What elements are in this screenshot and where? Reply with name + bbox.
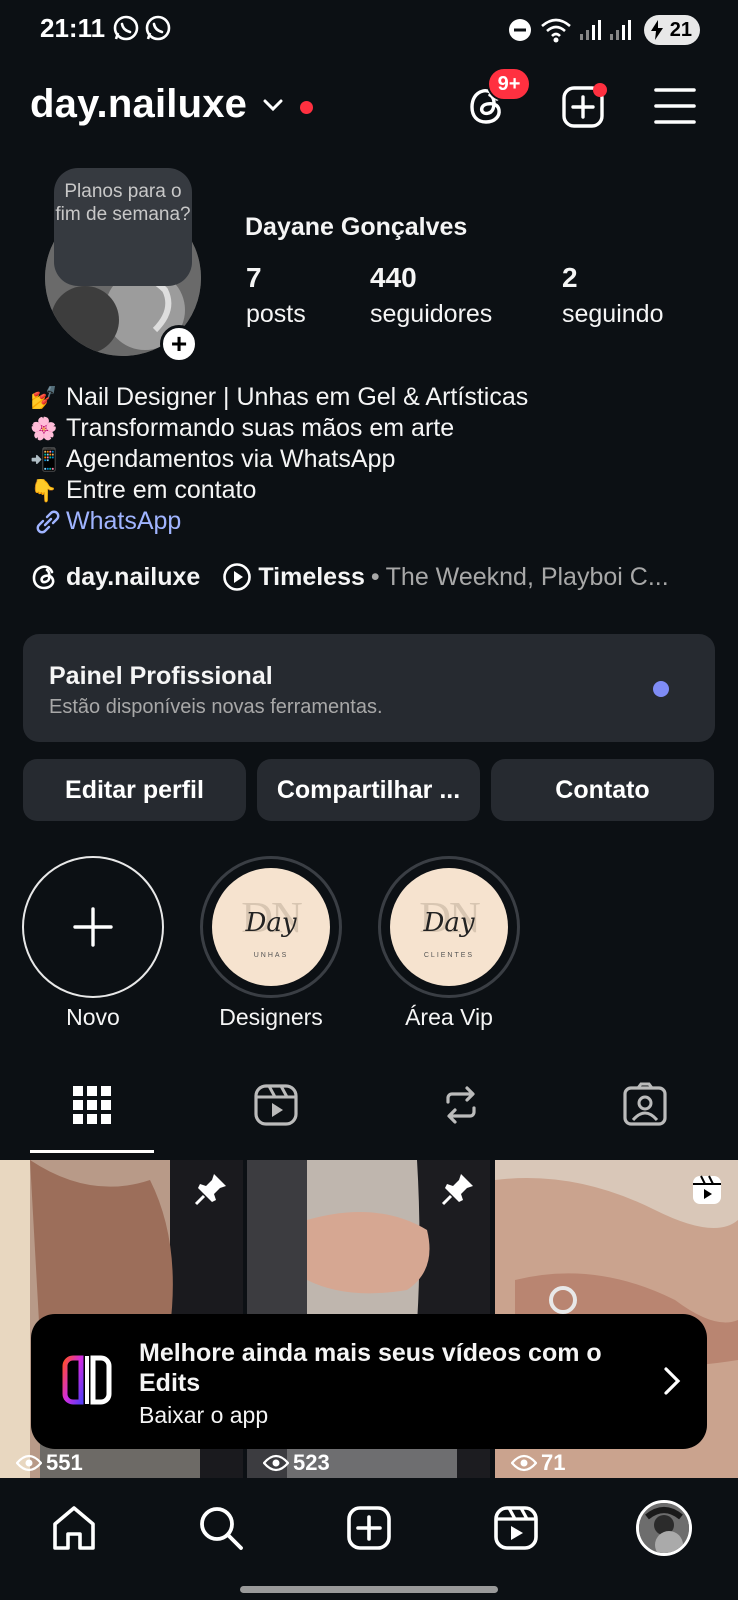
followers-count[interactable]: 440 bbox=[370, 262, 417, 294]
home-icon[interactable] bbox=[50, 1504, 98, 1552]
whatsapp-link[interactable]: WhatsApp bbox=[66, 506, 181, 537]
edits-download-link[interactable]: Baixar o app bbox=[139, 1402, 268, 1429]
edits-promo-banner[interactable]: Melhore ainda mais seus vídeos com o Edi… bbox=[31, 1314, 707, 1449]
dashboard-new-dot bbox=[653, 681, 669, 697]
view-count-text: 551 bbox=[46, 1450, 83, 1475]
highlight-cover: DN Day CLIENTES bbox=[390, 868, 508, 986]
dashboard-subtitle: Estão disponíveis novas ferramentas. bbox=[49, 696, 383, 718]
link-icon bbox=[36, 510, 60, 533]
reposts-tab-icon[interactable] bbox=[438, 1082, 484, 1128]
wifi-icon bbox=[541, 18, 571, 43]
profile-photo bbox=[639, 1503, 689, 1553]
eye-icon bbox=[16, 1454, 42, 1472]
reels-icon[interactable] bbox=[492, 1504, 540, 1552]
eye-icon bbox=[263, 1454, 289, 1472]
profile-avatar-tab[interactable] bbox=[636, 1500, 692, 1556]
gesture-home-bar[interactable] bbox=[240, 1586, 498, 1593]
view-count: 523 bbox=[263, 1450, 330, 1476]
bio-line: 💅 Nail Designer | Unhas em Gel & Artístic… bbox=[30, 382, 528, 413]
new-highlight-button[interactable] bbox=[22, 856, 164, 998]
active-tab-indicator bbox=[30, 1150, 154, 1153]
create-notification-dot bbox=[593, 83, 607, 97]
dashboard-title: Painel Profissional bbox=[49, 662, 273, 690]
following-count[interactable]: 2 bbox=[562, 262, 578, 294]
add-story-button[interactable]: + bbox=[160, 325, 198, 363]
bio-text: Nail Designer | Unhas em Gel & Artística… bbox=[66, 383, 529, 411]
pinned-icon bbox=[194, 1174, 226, 1206]
status-time: 21:11 bbox=[40, 13, 106, 43]
menu-icon[interactable] bbox=[654, 86, 696, 126]
bio-text: Entre em contato bbox=[66, 476, 257, 504]
eye-icon bbox=[511, 1454, 537, 1472]
battery-level: 21 bbox=[669, 18, 692, 41]
posts-count[interactable]: 7 bbox=[246, 262, 262, 294]
bio-line: 👇 Entre em contato bbox=[30, 475, 528, 506]
edits-banner-title: Melhore ainda mais seus vídeos com o Edi… bbox=[139, 1339, 602, 1397]
charging-bolt-icon bbox=[651, 20, 663, 40]
chevron-down-icon[interactable] bbox=[263, 98, 283, 112]
bio-text: Transformando suas mãos em arte bbox=[66, 414, 455, 442]
view-count-text: 71 bbox=[541, 1450, 566, 1475]
reel-icon bbox=[693, 1175, 721, 1204]
profile-note[interactable]: Planos para o fim de semana? bbox=[54, 168, 192, 286]
whatsapp-notification-icon bbox=[145, 15, 171, 41]
music-play-icon[interactable] bbox=[222, 562, 252, 592]
highlight-label: Área Vip bbox=[405, 1004, 493, 1030]
full-name: Dayane Gonçalves bbox=[245, 213, 468, 241]
plus-icon bbox=[73, 907, 113, 947]
logo-script: Day bbox=[245, 908, 297, 938]
bio-line: 📲 Agendamentos via WhatsApp bbox=[30, 444, 528, 475]
contact-button[interactable]: Contato bbox=[491, 759, 714, 821]
edit-profile-button[interactable]: Editar perfil bbox=[23, 759, 246, 821]
highlight-label: Novo bbox=[66, 1004, 120, 1030]
posts-label[interactable]: posts bbox=[246, 300, 306, 329]
professional-dashboard[interactable]: Painel Profissional Estão disponíveis no… bbox=[23, 634, 715, 742]
threads-handle[interactable]: day.nailuxe bbox=[66, 563, 200, 592]
signal-icon bbox=[610, 20, 631, 40]
phone-emoji: 📲 bbox=[30, 447, 58, 472]
highlight-area-vip[interactable]: DN Day CLIENTES bbox=[378, 856, 520, 998]
highlight-designers[interactable]: DN Day UNHAS bbox=[200, 856, 342, 998]
pointing-down-emoji: 👇 bbox=[30, 478, 58, 503]
username-switcher[interactable]: day.nailuxe bbox=[30, 82, 247, 127]
flower-emoji: 🌸 bbox=[30, 416, 58, 441]
bio-link[interactable]: WhatsApp bbox=[30, 506, 528, 537]
separator-dot: • bbox=[370, 562, 380, 591]
status-bar: 21:11 21 bbox=[0, 0, 738, 60]
signal-icon bbox=[580, 20, 601, 40]
tagged-tab-icon[interactable] bbox=[622, 1082, 668, 1128]
bio-text: Agendamentos via WhatsApp bbox=[66, 445, 396, 473]
highlight-cover: DN Day UNHAS bbox=[212, 868, 330, 986]
whatsapp-notification-icon bbox=[113, 15, 139, 41]
account-notification-dot bbox=[300, 101, 313, 114]
pinned-icon bbox=[441, 1174, 473, 1206]
battery-indicator: 21 bbox=[644, 15, 700, 45]
logo-subtext: UNHAS bbox=[253, 952, 289, 959]
edits-app-icon bbox=[62, 1355, 112, 1405]
view-count-text: 523 bbox=[293, 1450, 330, 1475]
nail-polish-emoji: 💅 bbox=[30, 385, 58, 410]
view-count: 71 bbox=[511, 1450, 565, 1476]
chevron-right-icon[interactable] bbox=[663, 1366, 681, 1396]
do-not-disturb-icon bbox=[509, 19, 531, 41]
music-title[interactable]: Timeless bbox=[258, 563, 365, 592]
share-profile-button[interactable]: Compartilhar ... bbox=[257, 759, 480, 821]
music-artist[interactable]: The Weeknd, Playboi C... bbox=[386, 563, 669, 592]
threads-icon[interactable] bbox=[30, 562, 60, 592]
following-label[interactable]: seguindo bbox=[562, 300, 663, 329]
logo-script: Day bbox=[423, 908, 475, 938]
bio: 💅 Nail Designer | Unhas em Gel & Artístic… bbox=[30, 382, 528, 537]
bio-line: 🌸 Transformando suas mãos em arte bbox=[30, 413, 528, 444]
grid-tab-icon[interactable] bbox=[69, 1082, 115, 1128]
followers-label[interactable]: seguidores bbox=[370, 300, 492, 329]
view-count: 551 bbox=[16, 1450, 83, 1476]
logo-subtext: CLIENTES bbox=[423, 952, 475, 959]
search-icon[interactable] bbox=[197, 1504, 245, 1552]
reels-tab-icon[interactable] bbox=[253, 1082, 299, 1128]
threads-music-row: day.nailuxe Timeless • The Weeknd, Playb… bbox=[30, 562, 669, 592]
bottom-navigation bbox=[0, 1480, 738, 1600]
highlight-label: Designers bbox=[219, 1004, 323, 1030]
threads-notification-badge: 9+ bbox=[487, 67, 531, 101]
create-icon[interactable] bbox=[345, 1504, 393, 1552]
